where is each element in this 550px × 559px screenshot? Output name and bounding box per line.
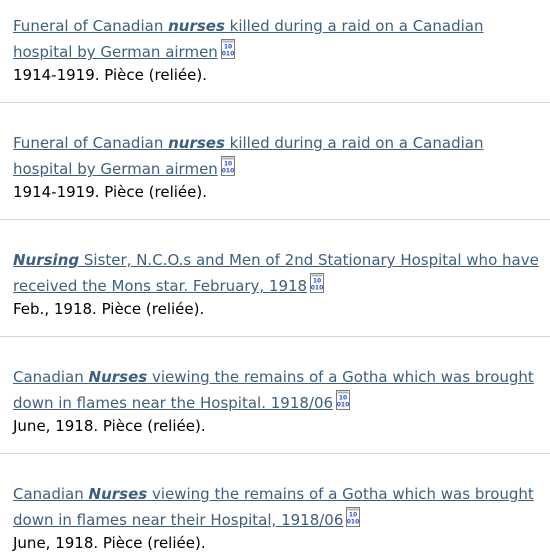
result-item: Funeral of Canadian nurses killed during… [0,0,550,103]
result-item: Nursing Sister, N.C.O.s and Men of 2nd S… [0,220,550,337]
result-title-link[interactable]: Funeral of Canadian nurses killed during… [13,134,483,178]
digital-object-icon[interactable]: 10 010 [220,39,235,59]
result-meta: Feb., 1918. Pièce (reliée). [13,300,205,318]
result-meta: June, 1918. Pièce (reliée). [13,417,206,435]
result-meta: 1914-1919. Pièce (reliée). [13,183,207,201]
result-title-link[interactable]: Funeral of Canadian nurses killed during… [13,17,483,61]
svg-text:10: 10 [224,44,232,51]
result-item: Canadian Nurses viewing the remains of a… [0,337,550,454]
digital-object-icon[interactable]: 10 010 [220,156,235,176]
title-text-pre: Funeral of Canadian [13,134,169,152]
svg-text:10: 10 [339,395,347,402]
result-meta: 1914-1919. Pièce (reliée). [13,66,207,84]
title-highlight-term: nurses [168,17,225,35]
svg-text:010: 010 [337,402,350,409]
result-meta: June, 1918. Pièce (reliée). [13,534,206,552]
title-highlight-term: nurses [168,134,225,152]
title-highlight-term: Nurses [88,485,148,503]
digital-object-icon[interactable]: 10 010 [336,390,351,410]
search-results-list: Funeral of Canadian nurses killed during… [0,0,550,559]
svg-text:010: 010 [222,51,235,58]
result-item: Funeral of Canadian nurses killed during… [0,103,550,220]
svg-text:10: 10 [349,512,357,519]
digital-object-icon[interactable]: 10 010 [346,507,361,527]
result-item: Canadian Nurses viewing the remains of a… [0,454,550,559]
title-highlight-term: Nursing [13,251,80,269]
title-text-pre: Funeral of Canadian [13,17,169,35]
title-text-post: Sister, N.C.O.s and Men of 2nd Stationar… [13,251,539,295]
result-title-link[interactable]: Canadian Nurses viewing the remains of a… [13,485,534,529]
svg-text:010: 010 [222,168,235,175]
svg-text:10: 10 [224,161,232,168]
svg-text:10: 10 [313,278,321,285]
title-text-pre: Canadian [13,368,89,386]
svg-text:010: 010 [347,519,360,526]
svg-text:010: 010 [311,285,324,292]
result-title-link[interactable]: Canadian Nurses viewing the remains of a… [13,368,534,412]
title-highlight-term: Nurses [88,368,148,386]
title-text-pre: Canadian [13,485,89,503]
digital-object-icon[interactable]: 10 010 [310,273,325,293]
result-title-link[interactable]: Nursing Sister, N.C.O.s and Men of 2nd S… [13,251,539,295]
